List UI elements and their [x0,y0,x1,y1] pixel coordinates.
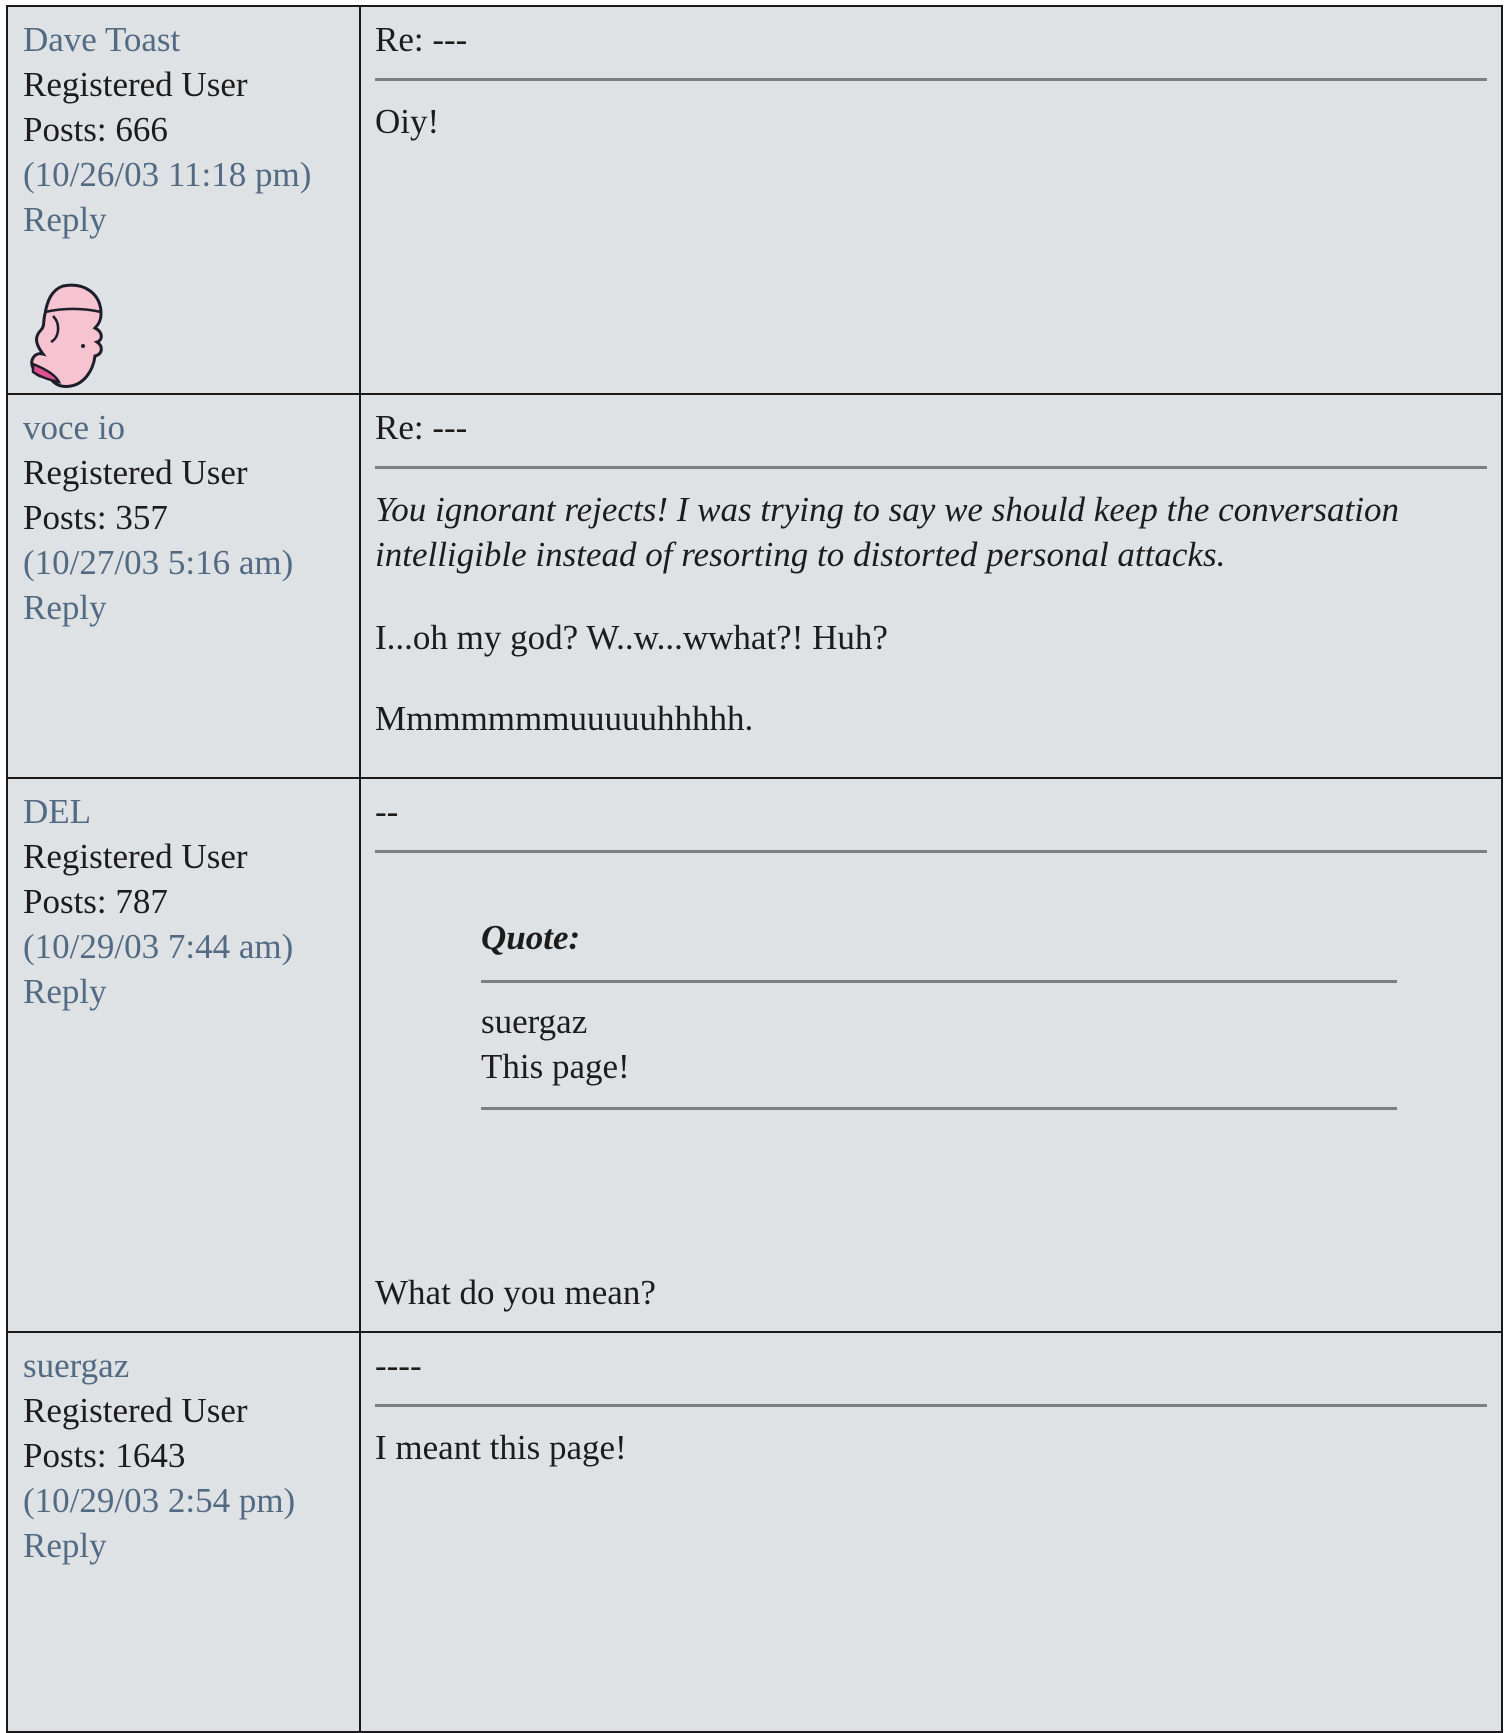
post-subject: ---- [375,1346,422,1385]
reply-link[interactable]: Reply [23,1523,359,1568]
post-subject: Re: --- [375,20,468,59]
post-author-post-count: Posts: 787 [23,882,168,921]
post-row: Dave Toast Registered User Posts: 666 (1… [6,5,1503,395]
post-author-role: Registered User [23,65,248,104]
post-timestamp-link[interactable]: (10/27/03 5:16 am) [23,540,359,585]
post-subject: -- [375,792,399,831]
quote-header: Quote: [481,918,581,957]
post-content-cell: -- Quote: suergaz This page! What do you… [359,777,1503,1333]
post-paragraph: Mmmmmmmuuuuuhhhhh. [375,699,754,738]
post-divider [375,850,1487,853]
post-body: Quote: suergaz This page! What do you me… [375,915,1487,1315]
quote-text: This page! [481,1047,630,1086]
post-timestamp-link[interactable]: (10/29/03 7:44 am) [23,924,359,969]
post-author-cell: voce io Registered User Posts: 357 (10/2… [6,393,361,779]
post-author-post-count: Posts: 666 [23,110,168,149]
post-body: I meant this page! [375,1425,1487,1470]
post-author-role: Registered User [23,1391,248,1430]
post-author-post-count: Posts: 357 [23,498,168,537]
reply-link[interactable]: Reply [23,197,359,242]
post-divider [375,466,1487,469]
post-paragraph: Oiy! [375,102,440,141]
post-author-link[interactable]: DEL [23,789,359,834]
quote-divider-top [481,980,1397,983]
post-body: Oiy! [375,99,1487,144]
post-divider [375,78,1487,81]
post-timestamp-link[interactable]: (10/26/03 11:18 pm) [23,152,359,197]
post-paragraph: What do you mean? [375,1273,656,1312]
post-timestamp-link[interactable]: (10/29/03 2:54 pm) [23,1478,359,1523]
post-author-post-count: Posts: 1643 [23,1436,186,1475]
quote-divider-bottom [481,1107,1397,1110]
post-author-link[interactable]: suergaz [23,1343,359,1388]
post-body: You ignorant rejects! I was trying to sa… [375,487,1487,741]
post-author-cell: Dave Toast Registered User Posts: 666 (1… [6,5,361,395]
pink-cartoon-head-icon [30,283,103,388]
reply-link[interactable]: Reply [23,585,359,630]
post-author-role: Registered User [23,837,248,876]
post-content-cell: Re: --- You ignorant rejects! I was tryi… [359,393,1503,779]
post-author-cell: suergaz Registered User Posts: 1643 (10/… [6,1331,361,1733]
post-author-cell: DEL Registered User Posts: 787 (10/29/03… [6,777,361,1333]
post-divider [375,1404,1487,1407]
quote-author: suergaz [481,1002,588,1041]
post-paragraph: I meant this page! [375,1428,627,1467]
post-author-role: Registered User [23,453,248,492]
reply-link[interactable]: Reply [23,969,359,1014]
post-paragraph: I...oh my god? W..w...wwhat?! Huh? [375,618,888,657]
post-row: DEL Registered User Posts: 787 (10/29/03… [6,777,1503,1333]
quote-block: Quote: suergaz This page! [481,915,1397,1110]
post-subject: Re: --- [375,408,468,447]
post-italic-paragraph: You ignorant rejects! I was trying to sa… [375,490,1399,574]
post-author-link[interactable]: voce io [23,405,359,450]
post-author-link[interactable]: Dave Toast [23,17,359,62]
forum-thread-table: Dave Toast Registered User Posts: 666 (1… [6,5,1503,1733]
post-content-cell: Re: --- Oiy! [359,5,1503,395]
post-row: suergaz Registered User Posts: 1643 (10/… [6,1331,1503,1733]
post-content-cell: ---- I meant this page! [359,1331,1503,1733]
post-row: voce io Registered User Posts: 357 (10/2… [6,393,1503,779]
